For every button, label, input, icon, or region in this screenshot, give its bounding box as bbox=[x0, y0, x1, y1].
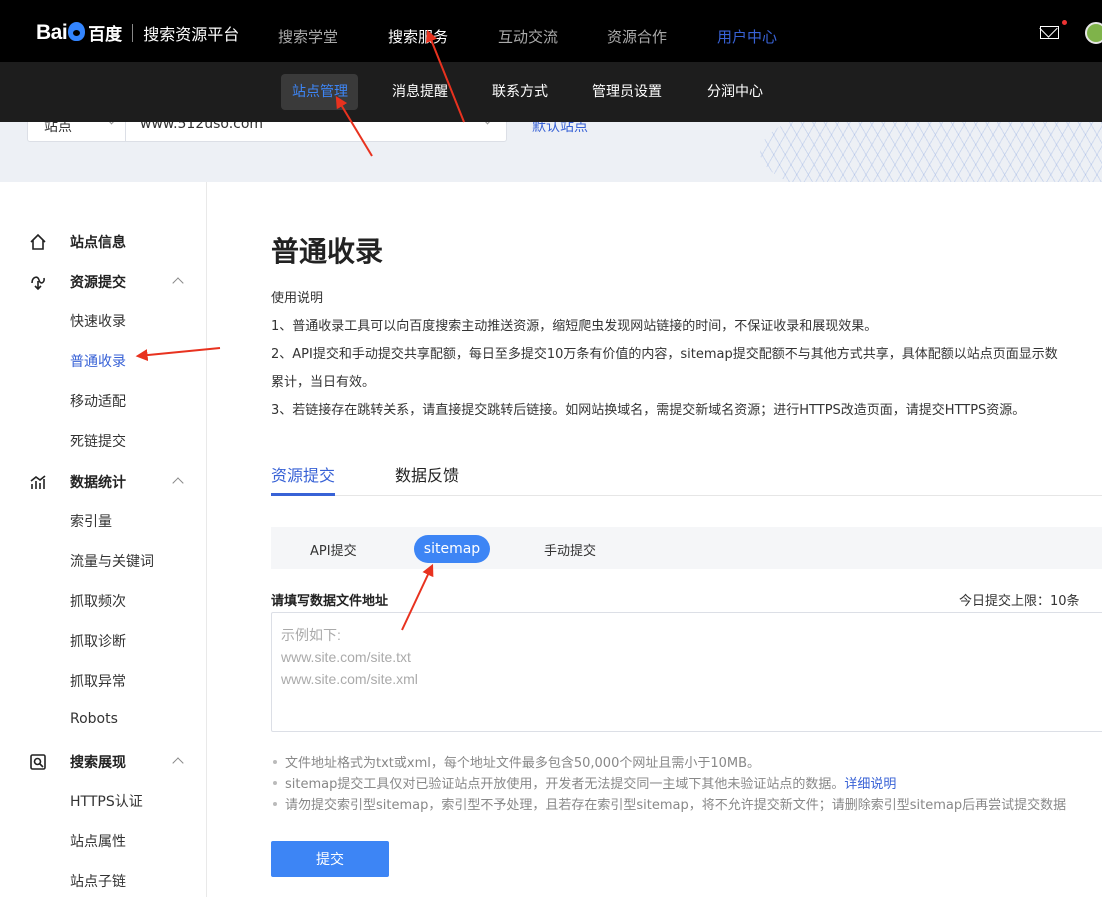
bullet-icon bbox=[273, 781, 277, 785]
banner-network-graphic bbox=[760, 122, 1102, 182]
tab-resource-submit[interactable]: 资源提交 bbox=[271, 462, 335, 486]
search-display-icon bbox=[28, 752, 48, 772]
chevron-up-icon[interactable] bbox=[172, 277, 184, 289]
sidebar-item-dead-link[interactable]: 死链提交 bbox=[70, 431, 126, 451]
sidebar-item-crawl-errors[interactable]: 抓取异常 bbox=[70, 671, 126, 691]
daily-quota-text: 今日提交上限：10条 bbox=[959, 594, 1080, 609]
resource-submit-icon bbox=[28, 272, 48, 292]
sidebar-item-normal-indexing[interactable]: 普通收录 bbox=[70, 351, 126, 371]
paw-icon bbox=[68, 21, 86, 41]
bar-chart-icon bbox=[28, 472, 48, 492]
sidebar-item-site-info[interactable]: 站点信息 bbox=[28, 232, 126, 252]
site-url-select[interactable]: www.512uso.com bbox=[125, 122, 507, 142]
sidebar-item-site-sublinks[interactable]: 站点子链 bbox=[70, 871, 126, 891]
sidebar-group-search-display[interactable]: 搜索展现 bbox=[28, 752, 126, 772]
sitemap-url-textarea[interactable] bbox=[271, 612, 1102, 732]
submit-button[interactable]: 提交 bbox=[271, 841, 389, 877]
nav-item-search-service[interactable]: 搜索服务 bbox=[388, 26, 448, 47]
usage-line-2: 2、API提交和手动提交共享配额，每日至多提交10万条有价值的内容，sitema… bbox=[271, 347, 1058, 362]
subtab-manual-submit[interactable]: 手动提交 bbox=[544, 540, 596, 559]
sidebar-item-site-attributes[interactable]: 站点属性 bbox=[70, 831, 126, 851]
sidebar: 站点信息 资源提交 快速收录 普通收录 移动适配 死链提交 数据统计 索引量 流… bbox=[0, 182, 207, 897]
sidebar-item-index-count[interactable]: 索引量 bbox=[70, 511, 112, 531]
subtab-api-submit[interactable]: API提交 bbox=[310, 540, 357, 559]
bullet-icon bbox=[273, 760, 277, 764]
subnav-message-alerts[interactable]: 消息提醒 bbox=[392, 81, 448, 101]
nav-item-search-academy[interactable]: 搜索学堂 bbox=[278, 26, 338, 47]
site-type-select[interactable]: 站点 bbox=[27, 122, 127, 142]
usage-title: 使用说明 bbox=[271, 291, 324, 306]
home-icon bbox=[28, 232, 48, 252]
mail-icon[interactable] bbox=[1040, 26, 1059, 39]
detail-link[interactable]: 详细说明 bbox=[844, 777, 896, 792]
logo-divider bbox=[132, 23, 134, 42]
avatar[interactable] bbox=[1085, 22, 1102, 44]
site-banner: 站点 www.512uso.com 默认站点 bbox=[0, 122, 1102, 182]
note-verified-only: sitemap提交工具仅对已验证站点开放使用，开发者无法提交同一主域下其他未验证… bbox=[273, 773, 896, 792]
baidu-logo[interactable]: Bai 百度 搜索资源平台 bbox=[36, 20, 240, 46]
nav-item-resource-cooperation[interactable]: 资源合作 bbox=[607, 26, 667, 47]
sidebar-group-data-stats[interactable]: 数据统计 bbox=[28, 472, 126, 492]
active-tab-indicator bbox=[271, 493, 335, 496]
sidebar-item-crawl-frequency[interactable]: 抓取频次 bbox=[70, 591, 126, 611]
usage-line-2-cont: 累计，当日有效。 bbox=[271, 375, 376, 390]
data-file-label: 请填写数据文件地址 bbox=[271, 594, 389, 609]
default-site-link[interactable]: 默认站点 bbox=[532, 122, 588, 136]
top-navbar: Bai 百度 搜索资源平台 搜索学堂 搜索服务 互动交流 资源合作 用户中心 bbox=[0, 0, 1102, 62]
sidebar-group-resource-submit[interactable]: 资源提交 bbox=[28, 272, 126, 292]
chevron-up-icon[interactable] bbox=[172, 477, 184, 489]
baidu-logo-mark: Bai bbox=[36, 21, 86, 45]
nav-item-interaction[interactable]: 互动交流 bbox=[498, 26, 558, 47]
sidebar-item-traffic-keywords[interactable]: 流量与关键词 bbox=[70, 551, 154, 571]
chevron-down-icon bbox=[106, 122, 117, 125]
logo-du-text: 百度 bbox=[88, 25, 123, 45]
sidebar-item-mobile-adapt[interactable]: 移动适配 bbox=[70, 391, 126, 411]
platform-title: 搜索资源平台 bbox=[143, 24, 240, 44]
subnav-contact[interactable]: 联系方式 bbox=[492, 81, 548, 101]
sidebar-item-crawl-diagnosis[interactable]: 抓取诊断 bbox=[70, 631, 126, 651]
note-file-format: 文件地址格式为txt或xml，每个地址文件最多包含50,000个网址且需小于10… bbox=[273, 752, 760, 771]
note-index-sitemap: 请勿提交索引型sitemap，索引型不予处理，且若存在索引型sitemap，将不… bbox=[273, 794, 1066, 813]
sidebar-item-https-auth[interactable]: HTTPS认证 bbox=[70, 791, 143, 811]
unread-dot-icon bbox=[1062, 20, 1067, 25]
tab-data-feedback[interactable]: 数据反馈 bbox=[395, 462, 459, 486]
subnav-admin-settings[interactable]: 管理员设置 bbox=[592, 81, 662, 101]
nav-item-user-center[interactable]: 用户中心 bbox=[717, 26, 777, 47]
chevron-up-icon[interactable] bbox=[172, 757, 184, 769]
main-tabs: 资源提交 数据反馈 bbox=[271, 460, 1102, 496]
chevron-down-icon bbox=[482, 122, 493, 125]
usage-line-1: 1、普通收录工具可以向百度搜索主动推送资源，缩短爬虫发现网站链接的时间，不保证收… bbox=[271, 319, 878, 334]
sidebar-item-robots[interactable]: Robots bbox=[70, 711, 118, 727]
submit-method-tabs: API提交 sitemap 手动提交 bbox=[271, 527, 1102, 569]
page-title: 普通收录 bbox=[271, 235, 384, 268]
bullet-icon bbox=[273, 802, 277, 806]
usage-line-3: 3、若链接存在跳转关系，请直接提交跳转后链接。如网站换域名，需提交新域名资源；进… bbox=[271, 403, 1026, 418]
sub-navbar: 站点管理 消息提醒 联系方式 管理员设置 分润中心 bbox=[0, 62, 1102, 122]
subtab-sitemap[interactable]: sitemap bbox=[414, 535, 490, 563]
subnav-revenue-center[interactable]: 分润中心 bbox=[707, 81, 763, 101]
subnav-site-management[interactable]: 站点管理 bbox=[292, 81, 348, 101]
sidebar-item-fast-indexing[interactable]: 快速收录 bbox=[70, 311, 126, 331]
